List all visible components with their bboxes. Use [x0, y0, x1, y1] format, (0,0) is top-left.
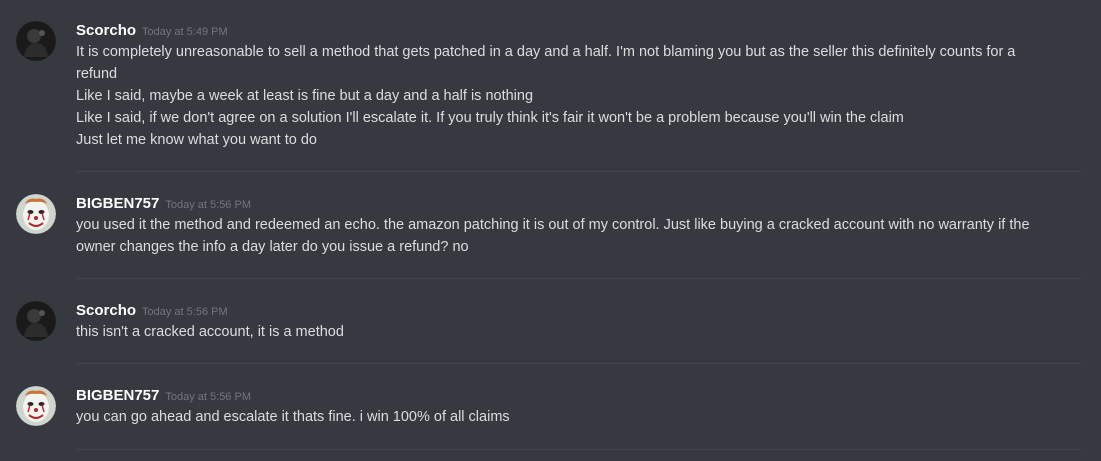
message-line: refund — [76, 66, 118, 82]
message-header: Scorcho Today at 5:56 PM — [76, 301, 228, 322]
message-content: this isn't a cracked account, it is a me… — [76, 321, 1076, 343]
timestamp: Today at 5:56 PM — [142, 306, 228, 318]
message-line: you can go ahead and escalate it thats f… — [76, 409, 510, 425]
message-divider — [76, 363, 1081, 364]
dark-figure-avatar-icon — [16, 301, 56, 341]
username[interactable]: BIGBEN757 — [76, 387, 159, 404]
avatar[interactable] — [16, 21, 56, 61]
message-line: It is completely unreasonable to sell a … — [76, 44, 1016, 60]
message-line: owner changes the info a day later do yo… — [76, 239, 469, 255]
timestamp: Today at 5:56 PM — [165, 391, 251, 403]
message-header: Scorcho Today at 5:49 PM — [76, 21, 228, 42]
avatar[interactable] — [16, 194, 56, 234]
timestamp: Today at 5:56 PM — [165, 199, 251, 211]
message-line: this isn't a cracked account, it is a me… — [76, 324, 344, 340]
dark-figure-avatar-icon — [16, 21, 56, 61]
clown-avatar-icon — [16, 386, 56, 426]
clown-avatar-icon — [16, 194, 56, 234]
message-line: you used it the method and redeemed an e… — [76, 217, 1030, 233]
message-content: you can go ahead and escalate it thats f… — [76, 406, 1076, 428]
avatar[interactable] — [16, 301, 56, 341]
message-line: Like I said, maybe a week at least is fi… — [76, 88, 534, 104]
message-divider — [76, 278, 1081, 279]
message-header: BIGBEN757 Today at 5:56 PM — [76, 194, 251, 215]
chat-messages: Scorcho Today at 5:49 PM It is completely… — [0, 0, 1101, 461]
message-line: Just let me know what you want to do — [76, 132, 317, 148]
message-content: It is completely unreasonable to sell a … — [76, 41, 1076, 151]
message-header: BIGBEN757 Today at 5:56 PM — [76, 386, 251, 407]
message-content: you used it the method and redeemed an e… — [76, 214, 1076, 258]
message-line: Like I said, if we don't agree on a solu… — [76, 110, 904, 126]
username[interactable]: Scorcho — [76, 22, 136, 39]
username[interactable]: Scorcho — [76, 302, 136, 319]
username[interactable]: BIGBEN757 — [76, 195, 159, 212]
timestamp: Today at 5:49 PM — [142, 26, 228, 38]
message-divider — [76, 449, 1081, 450]
avatar[interactable] — [16, 386, 56, 426]
message-divider — [76, 171, 1081, 172]
